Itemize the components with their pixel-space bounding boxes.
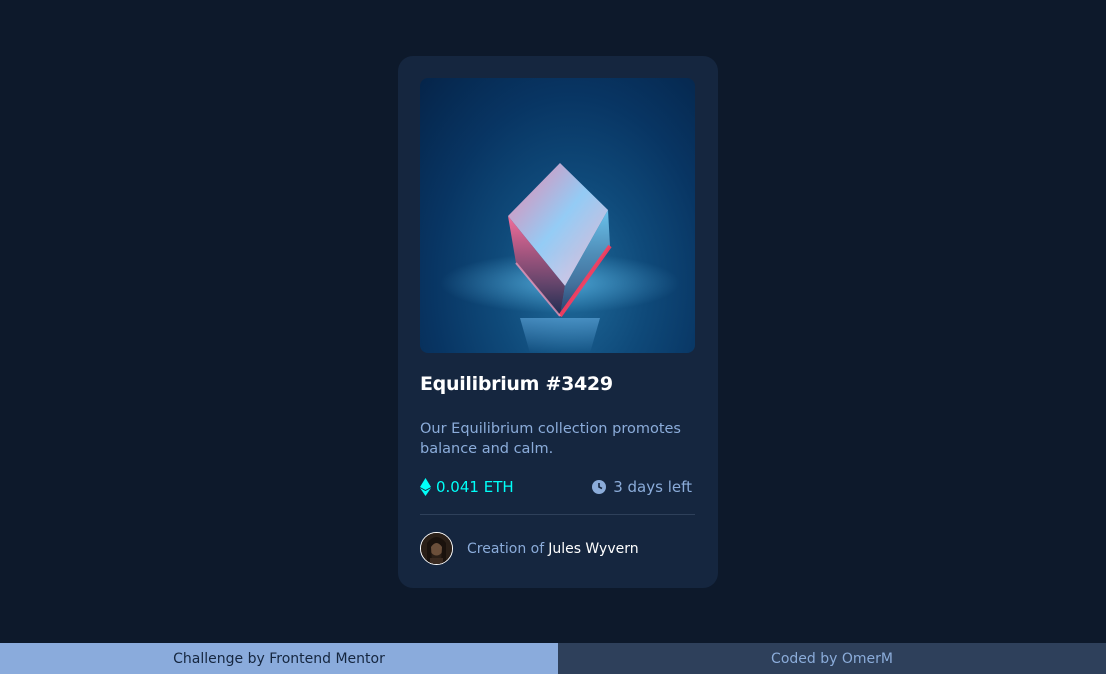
page: Equilibrium #3429 Our Equilibrium collec… — [0, 0, 1106, 674]
clock-icon — [592, 480, 607, 494]
nft-description: Our Equilibrium collection promotes bala… — [420, 421, 681, 457]
ethereum-icon — [420, 478, 431, 496]
nft-card: Equilibrium #3429 Our Equilibrium collec… — [398, 56, 718, 588]
nft-image[interactable] — [420, 78, 695, 353]
price: 0.041 ETH — [420, 478, 514, 496]
footer-author: Coded by OmerM — [558, 643, 1106, 674]
creation-label: Creation of — [467, 540, 545, 557]
creator: Creation of Jules Wyvern — [420, 532, 639, 565]
avatar-image — [421, 533, 452, 564]
avatar — [420, 532, 453, 565]
creator-name-link[interactable]: Jules Wyvern — [548, 541, 638, 557]
price-value: 0.041 ETH — [436, 478, 514, 496]
frontend-mentor-link[interactable]: Challenge by Frontend Mentor — [173, 651, 385, 667]
footer-attribution: Challenge by Frontend Mentor — [0, 643, 558, 674]
divider — [420, 514, 695, 515]
time-left-value: 3 days left — [613, 478, 692, 496]
nft-meta: 0.041 ETH 3 days left — [420, 476, 692, 500]
time-left: 3 days left — [592, 478, 692, 496]
footer: Challenge by Frontend Mentor Coded by Om… — [0, 643, 1106, 674]
author-link[interactable]: Coded by OmerM — [771, 651, 893, 667]
nft-title[interactable]: Equilibrium #3429 — [420, 373, 613, 395]
equilibrium-cube-image — [440, 163, 680, 353]
